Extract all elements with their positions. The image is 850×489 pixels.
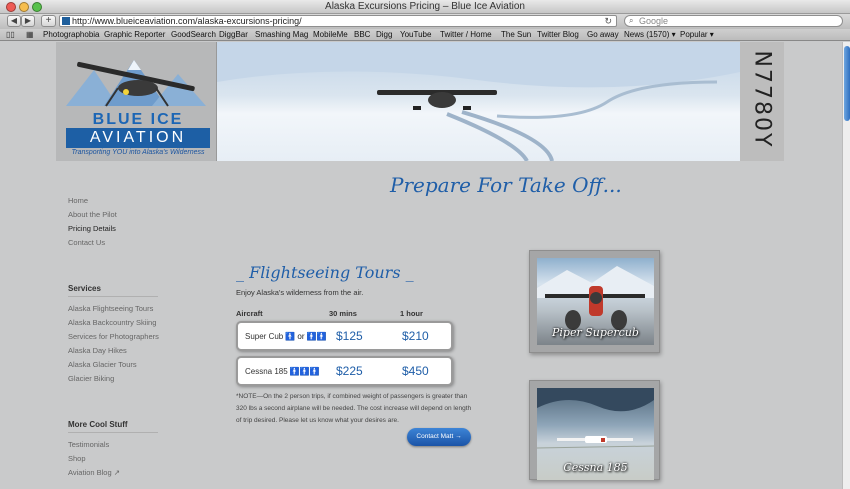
- scrollbar-thumb[interactable]: [844, 46, 850, 121]
- section-title: _ Flightseeing Tours _: [236, 263, 414, 282]
- aircraft-label: Cessna 185: [245, 367, 288, 376]
- sidebar-item-day-hikes[interactable]: Alaska Day Hikes: [68, 346, 127, 355]
- tail-number-panel: N7780Y: [740, 42, 784, 161]
- card-caption: Cessna 185: [563, 461, 628, 474]
- logo-text-blue-ice: BLUE ICE: [92, 111, 184, 128]
- bookmark-item[interactable]: GoodSearch: [171, 30, 216, 39]
- mountain-plane-logo-icon: [66, 60, 206, 107]
- logo-text-aviation: AVIATION: [66, 128, 210, 148]
- sidebar-item-aviation-blog[interactable]: Aviation Blog ↗: [68, 468, 120, 477]
- add-bookmark-button[interactable]: +: [41, 15, 56, 27]
- divider: [68, 296, 158, 297]
- sidebar-item-pricing[interactable]: Pricing Details: [68, 224, 116, 233]
- price-1-hour: $450: [402, 364, 429, 378]
- bookmark-item[interactable]: Graphic Reporter: [104, 30, 165, 39]
- browser-toolbar: ◀ ▶ + http://www.blueiceaviation.com/ala…: [0, 14, 850, 29]
- price-1-hour: $210: [402, 329, 429, 343]
- favicon-icon: [62, 17, 70, 25]
- cessna-185-card[interactable]: Cessna 185: [529, 380, 660, 480]
- site-banner: BLUE ICE AVIATION Transporting YOU into …: [56, 42, 784, 161]
- sidebar-item-backcountry-skiing[interactable]: Alaska Backcountry Skiing: [68, 318, 156, 327]
- bookmark-item[interactable]: MobileMe: [313, 30, 348, 39]
- sidebar-item-glacier-tours[interactable]: Alaska Glacier Tours: [68, 360, 137, 369]
- page-headline: Prepare For Take Off...: [390, 173, 622, 197]
- sidebar-item-about[interactable]: About the Pilot: [68, 210, 117, 219]
- tail-number: N7780Y: [749, 50, 775, 149]
- reload-icon[interactable]: ↻: [604, 16, 612, 26]
- bookmarks-bar: ▯▯ ▦ Photographobia Graphic Reporter Goo…: [0, 29, 850, 41]
- window-titlebar: Alaska Excursions Pricing – Blue Ice Avi…: [0, 0, 850, 14]
- column-header-1-hour: 1 hour: [400, 309, 423, 318]
- forward-arrow-icon: ▶: [24, 16, 32, 25]
- sidebar-item-testimonials[interactable]: Testimonials: [68, 440, 109, 449]
- snow-airplane-image: [217, 42, 740, 161]
- banner-photo: [217, 42, 740, 161]
- services-heading: Services: [68, 284, 101, 293]
- grid-icon[interactable]: ▦: [26, 30, 34, 39]
- bookmark-item[interactable]: Popular ▾: [680, 30, 714, 39]
- divider: [68, 432, 158, 433]
- bookmark-item[interactable]: DiggBar: [219, 30, 248, 39]
- back-arrow-icon: ◀: [10, 16, 18, 25]
- logo-tagline: Transporting YOU into Alaska's Wildernes…: [71, 149, 205, 156]
- search-input[interactable]: ⌕ Google: [624, 15, 843, 27]
- bookmark-item[interactable]: The Sun: [501, 30, 531, 39]
- search-placeholder: Google: [639, 16, 669, 26]
- card-caption: Piper Supercub: [552, 326, 639, 339]
- bookmark-item[interactable]: Twitter Blog: [537, 30, 579, 39]
- open-book-icon[interactable]: ▯▯: [6, 30, 15, 39]
- bookmark-item[interactable]: Twitter / Home: [440, 30, 492, 39]
- pricing-note: *NOTE—On the 2 person trips, if combined…: [236, 393, 472, 424]
- passenger-icon: 🚹🚹🚹: [289, 367, 320, 376]
- window-title: Alaska Excursions Pricing – Blue Ice Avi…: [325, 1, 525, 12]
- sidebar-item-shop[interactable]: Shop: [68, 454, 86, 463]
- aircraft-label: Super Cub: [245, 332, 284, 341]
- price-30-mins: $125: [336, 329, 363, 343]
- sidebar-item-home[interactable]: Home: [68, 196, 88, 205]
- bookmark-item[interactable]: BBC: [354, 30, 370, 39]
- bookmark-item[interactable]: Digg: [376, 30, 392, 39]
- intro-text: Enjoy Alaska's wilderness from the air.: [236, 288, 364, 297]
- price-30-mins: $225: [336, 364, 363, 378]
- bookmark-item[interactable]: Photographobia: [43, 30, 100, 39]
- passenger-icon: 🚹 or 🚹🚹: [285, 332, 327, 341]
- aircraft-name: Cessna 185 🚹🚹🚹: [245, 367, 320, 376]
- bookmark-item[interactable]: News (1570) ▾: [624, 30, 676, 39]
- more-heading: More Cool Stuff: [68, 420, 128, 429]
- column-header-30-mins: 30 mins: [329, 309, 357, 318]
- web-page: BLUE ICE AVIATION Transporting YOU into …: [0, 42, 842, 489]
- bookmark-item[interactable]: Smashing Mag: [255, 30, 308, 39]
- bookmark-item[interactable]: YouTube: [400, 30, 431, 39]
- vertical-scrollbar[interactable]: [842, 42, 850, 489]
- price-row-cessna-185: Cessna 185 🚹🚹🚹 $225 $450: [236, 356, 453, 386]
- address-bar[interactable]: http://www.blueiceaviation.com/alaska-ex…: [59, 15, 617, 27]
- price-row-super-cub: Super Cub 🚹 or 🚹🚹 $125 $210: [236, 321, 453, 351]
- address-text: http://www.blueiceaviation.com/alaska-ex…: [72, 16, 302, 26]
- aircraft-name: Super Cub 🚹 or 🚹🚹: [245, 332, 327, 341]
- site-logo[interactable]: BLUE ICE AVIATION Transporting YOU into …: [56, 42, 217, 161]
- column-header-aircraft: Aircraft: [236, 309, 263, 318]
- bookmark-item[interactable]: Go away: [587, 30, 619, 39]
- back-button[interactable]: ◀: [7, 15, 21, 27]
- sidebar-item-photographers[interactable]: Services for Photographers: [68, 332, 159, 341]
- contact-matt-button[interactable]: Contact Matt →: [407, 428, 471, 446]
- plus-icon: +: [45, 15, 52, 26]
- sidebar-item-glacier-biking[interactable]: Glacier Biking: [68, 374, 114, 383]
- sidebar-item-flightseeing[interactable]: Alaska Flightseeing Tours: [68, 304, 153, 313]
- forward-button[interactable]: ▶: [21, 15, 35, 27]
- piper-supercub-card[interactable]: Piper Supercub: [529, 250, 660, 353]
- search-icon: ⌕: [629, 16, 634, 25]
- cessna-185-photo: Cessna 185: [537, 388, 654, 480]
- sidebar-item-contact[interactable]: Contact Us: [68, 238, 105, 247]
- piper-supercub-photo: Piper Supercub: [537, 258, 654, 345]
